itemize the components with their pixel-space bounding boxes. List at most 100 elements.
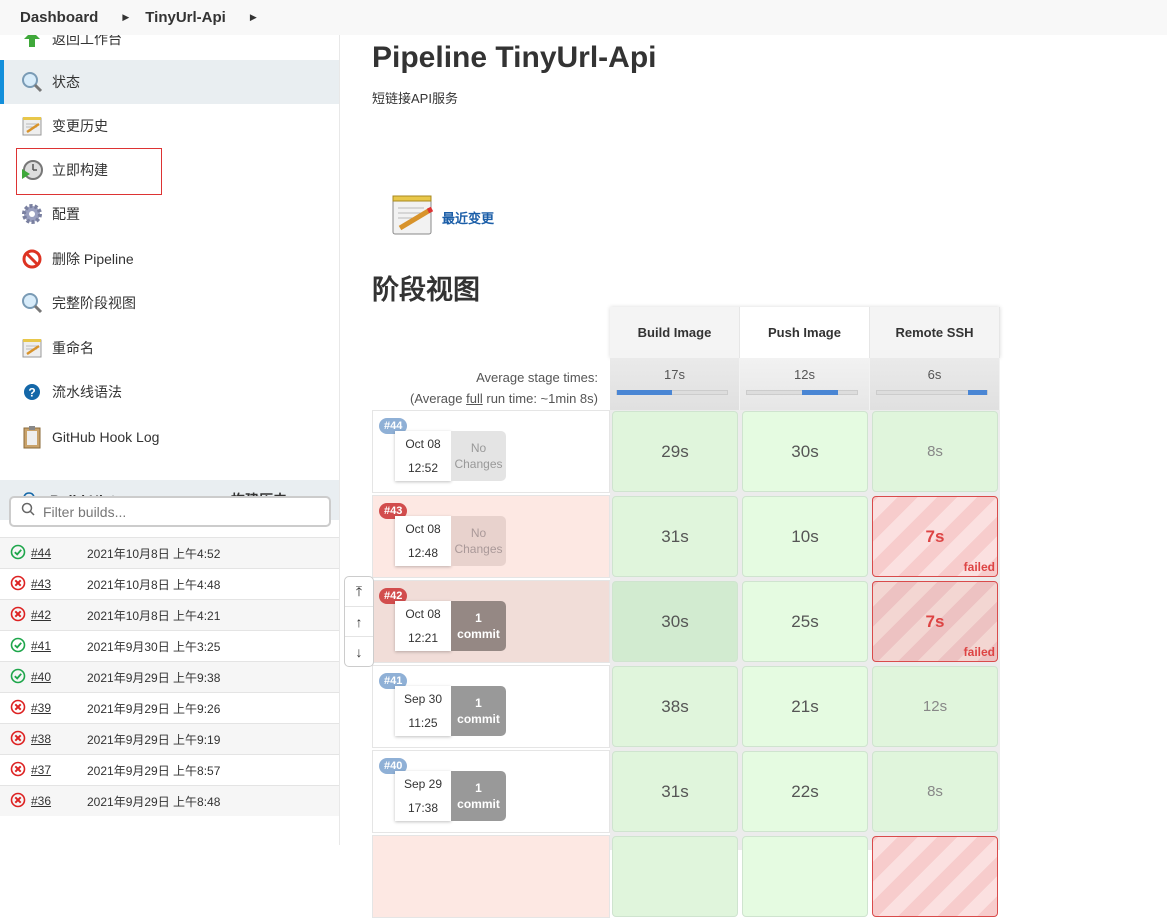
build-history-row: #43 2021年10月8日 上午4:48 — [0, 568, 339, 599]
build-history-row: #36 2021年9月29日 上午8:48 — [0, 785, 339, 816]
stage-cell[interactable]: 7s failed — [872, 581, 998, 662]
page-title: Pipeline TinyUrl-Api — [372, 41, 657, 74]
sidebar-item-label: 配置 — [52, 206, 80, 222]
stage-cell[interactable]: 8s — [872, 411, 998, 492]
stage-cell[interactable]: 30s — [612, 581, 738, 662]
stage-cell[interactable]: 10s — [742, 496, 868, 577]
build-number-link[interactable]: #36 — [31, 794, 87, 808]
stage-run-row: #43 Oct 08 12:48 No Changes 31s 10s 7s failed — [372, 495, 1002, 580]
sidebar-item-status[interactable]: 状态 — [0, 60, 339, 104]
sidebar-item-rename[interactable]: 重命名 — [0, 326, 339, 370]
sidebar-item-label: 状态 — [52, 74, 80, 90]
notepad-icon — [20, 114, 44, 138]
sidebar-item-label: 重命名 — [52, 340, 94, 356]
build-date: 2021年9月29日 上午8:48 — [87, 794, 221, 809]
stage-cell[interactable]: 29s — [612, 411, 738, 492]
stage-header-push-image: Push Image — [740, 307, 870, 358]
stage-cell[interactable]: 31s — [612, 496, 738, 577]
stage-cell[interactable]: 22s — [742, 751, 868, 832]
full-run-time-link[interactable]: full — [466, 391, 483, 406]
sidebar-item-label: 变更历史 — [52, 118, 108, 134]
sidebar-item-delete-pipeline[interactable]: 删除 Pipeline — [0, 237, 339, 281]
stage-cell[interactable]: 7s failed — [872, 496, 998, 577]
build-history-row: #44 2021年10月8日 上午4:52 — [0, 537, 339, 568]
average-time-value: 6s — [927, 367, 942, 382]
stage-cell[interactable]: 8s — [872, 751, 998, 832]
build-number-link[interactable]: #44 — [31, 546, 87, 560]
stage-cell[interactable]: 31s — [612, 751, 738, 832]
stage-run-row: #40 Sep 29 17:38 1 commit 31s 22s 8s — [372, 750, 1002, 835]
stage-cell[interactable] — [612, 836, 738, 917]
build-number-link[interactable]: #42 — [31, 608, 87, 622]
run-changes[interactable]: 1 commit — [451, 771, 506, 821]
stage-duration: 30s — [791, 441, 819, 461]
sidebar-item-label: 完整阶段视图 — [52, 295, 136, 311]
stage-duration: 8s — [927, 783, 943, 800]
average-time-bar-fill — [617, 390, 672, 395]
failure-icon — [10, 699, 26, 718]
sidebar: 返回工作台 状态 变更历史 立即构建 配置 删除 Pipeline 完整阶段视图… — [0, 35, 340, 845]
build-number-link[interactable]: #37 — [31, 763, 87, 777]
recent-changes-link[interactable]: 最近变更 — [442, 208, 494, 227]
stage-duration: 30s — [661, 611, 689, 631]
failure-icon — [10, 761, 26, 780]
success-icon — [10, 544, 26, 563]
no-entry-icon — [20, 247, 44, 271]
run-info: #44 Oct 08 12:52 No Changes — [372, 410, 610, 493]
sidebar-item-back-to-dashboard[interactable]: 返回工作台 — [0, 35, 339, 61]
stage-header-build-image: Build Image — [610, 307, 740, 358]
run-changes[interactable]: 1 commit — [451, 686, 506, 736]
stage-cell[interactable]: 30s — [742, 411, 868, 492]
scroll-to-top-button[interactable]: ⤒ — [345, 577, 373, 607]
sidebar-item-changes[interactable]: 变更历史 — [0, 104, 339, 148]
build-date: 2021年9月29日 上午8:57 — [87, 763, 221, 778]
stage-duration: 7s — [925, 526, 945, 546]
build-number-link[interactable]: #38 — [31, 732, 87, 746]
average-time-bar — [746, 390, 858, 395]
stage-duration: 31s — [661, 526, 689, 546]
breadcrumb-job[interactable]: TinyUrl-Api — [145, 9, 226, 26]
breadcrumb-dashboard[interactable]: Dashboard — [20, 9, 98, 26]
run-date: Oct 08 12:48 — [395, 516, 451, 566]
stage-header-row: Build Image Push Image Remote SSH — [610, 307, 1000, 358]
stage-cell[interactable]: 25s — [742, 581, 868, 662]
stage-cell[interactable]: 21s — [742, 666, 868, 747]
chevron-right-icon[interactable]: ▶ — [250, 12, 257, 23]
run-info: #40 Sep 29 17:38 1 commit — [372, 750, 610, 833]
stage-duration: 22s — [791, 781, 819, 801]
sidebar-item-full-stage-view[interactable]: 完整阶段视图 — [0, 281, 339, 325]
search-icon — [20, 291, 44, 315]
stage-cell[interactable] — [872, 836, 998, 917]
build-number-link[interactable]: #39 — [31, 701, 87, 715]
filter-builds-field[interactable] — [9, 496, 331, 527]
stage-cell[interactable]: 12s — [872, 666, 998, 747]
run-changes[interactable]: 1 commit — [451, 601, 506, 651]
stage-run-row: #44 Oct 08 12:52 No Changes 29s 30s 8s — [372, 410, 1002, 495]
build-number-link[interactable]: #40 — [31, 670, 87, 684]
sidebar-item-build-now[interactable]: 立即构建 — [0, 148, 339, 192]
sidebar-item-pipeline-syntax[interactable]: ? 流水线语法 — [0, 370, 339, 414]
recent-changes[interactable]: 最近变更 — [390, 192, 494, 243]
stage-run-row-partial — [372, 835, 1002, 920]
build-number-link[interactable]: #43 — [31, 577, 87, 591]
average-time-bar-fill — [802, 390, 839, 395]
average-stage-time: 12s — [740, 358, 870, 410]
build-number-link[interactable]: #41 — [31, 639, 87, 653]
sidebar-item-configure[interactable]: 配置 — [0, 192, 339, 236]
run-info: #41 Sep 30 11:25 1 commit — [372, 665, 610, 748]
build-history-row: #42 2021年10月8日 上午4:21 — [0, 599, 339, 630]
sidebar-item-github-hook-log[interactable]: GitHub Hook Log — [0, 415, 339, 459]
stage-duration: 8s — [927, 443, 943, 460]
filter-builds-input[interactable] — [43, 503, 313, 520]
scroll-up-button[interactable]: ↑ — [345, 607, 373, 637]
stage-view-title: 阶段视图 — [372, 275, 480, 305]
run-date: Oct 08 12:52 — [395, 431, 451, 481]
stage-cell[interactable] — [742, 836, 868, 917]
average-time-bar-fill — [968, 390, 987, 395]
chevron-right-icon[interactable]: ▶ — [122, 12, 129, 23]
build-history-row: #40 2021年9月29日 上午9:38 — [0, 661, 339, 692]
average-time-value: 17s — [664, 367, 685, 382]
scroll-down-button[interactable]: ↓ — [345, 637, 373, 666]
sidebar-item-label: GitHub Hook Log — [52, 429, 160, 445]
stage-cell[interactable]: 38s — [612, 666, 738, 747]
